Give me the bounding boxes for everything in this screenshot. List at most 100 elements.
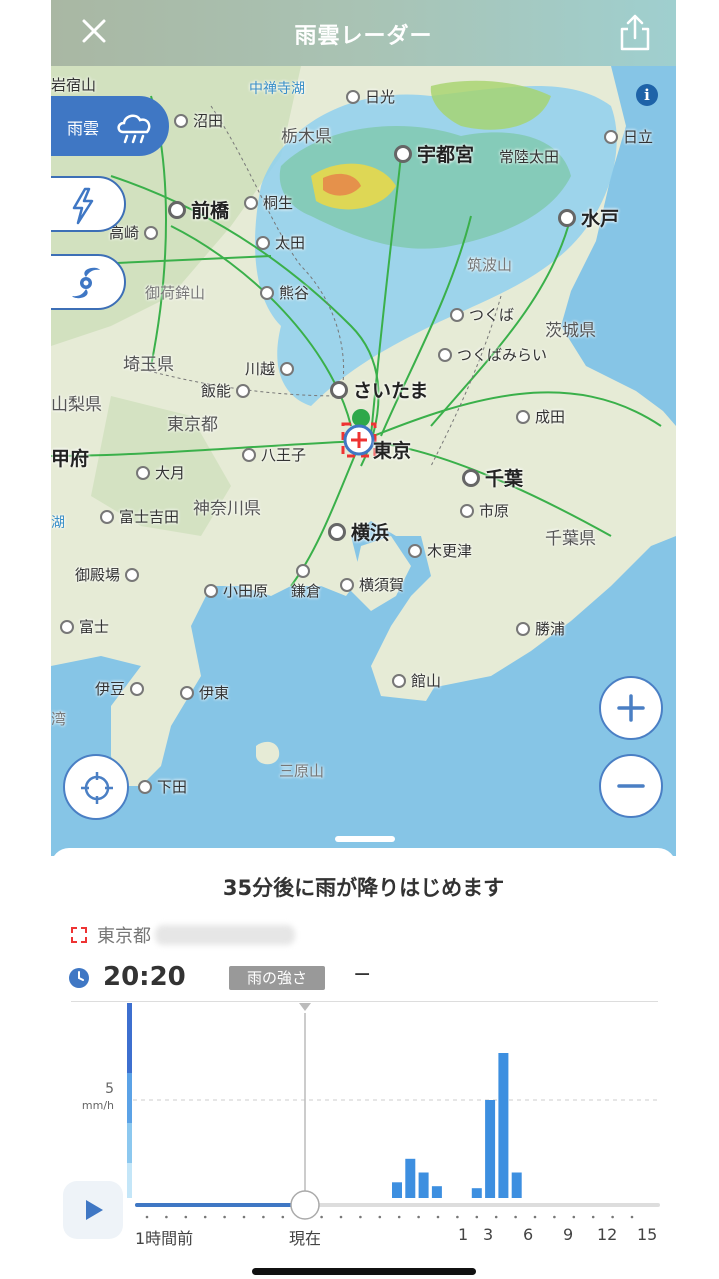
intensity-value: − bbox=[353, 962, 372, 987]
forecast-bar bbox=[511, 1172, 522, 1198]
timeline-tick bbox=[494, 1215, 498, 1219]
timeline-tick bbox=[630, 1215, 634, 1219]
current-location-button[interactable] bbox=[63, 754, 129, 820]
map-label: 高崎 bbox=[109, 222, 163, 243]
layer-button-typhoon[interactable] bbox=[51, 254, 126, 310]
timeline-tick bbox=[436, 1215, 440, 1219]
map-label: 千葉県 bbox=[545, 529, 596, 549]
clock-icon bbox=[69, 968, 89, 988]
past-intensity-strip bbox=[127, 1073, 132, 1123]
map-label: 伊豆 bbox=[95, 678, 149, 699]
map-label: 日光 bbox=[341, 86, 395, 107]
map-label: 宇都宮 bbox=[389, 140, 474, 167]
zoom-in-button[interactable] bbox=[599, 676, 663, 740]
map-label: 筑波山 bbox=[467, 256, 513, 274]
x-label: 9 bbox=[563, 1225, 574, 1244]
timeline-tick bbox=[359, 1215, 362, 1219]
timeline-tick bbox=[378, 1215, 382, 1219]
x-label: 現在 bbox=[289, 1229, 322, 1248]
current-time: 20:20 bbox=[103, 962, 186, 992]
map-label: 成田 bbox=[511, 406, 565, 427]
timeline-tick bbox=[514, 1215, 517, 1219]
map-label: 八王子 bbox=[237, 444, 306, 465]
location-row: 東京都 bbox=[71, 922, 295, 948]
x-label: 3 bbox=[483, 1225, 494, 1244]
map-label: 富士吉田 bbox=[95, 506, 179, 527]
timeline-ticks bbox=[145, 1215, 634, 1219]
x-label: 12 bbox=[597, 1225, 618, 1244]
timeline-tick bbox=[165, 1215, 168, 1219]
forecast-bar bbox=[418, 1172, 429, 1198]
map-label: 岩宿山 bbox=[51, 76, 97, 94]
map-label: 神奈川県 bbox=[193, 499, 261, 519]
map-base bbox=[51, 66, 676, 786]
map-label: さいたま bbox=[325, 376, 428, 403]
map-label: 三原山 bbox=[279, 762, 325, 780]
forecast-bar bbox=[485, 1100, 496, 1198]
map-label: 富士 bbox=[55, 616, 109, 637]
past-intensity-strip bbox=[127, 1123, 132, 1163]
map-label: 館山 bbox=[387, 670, 441, 691]
map-label: 湖 bbox=[51, 515, 65, 531]
plus-icon bbox=[617, 694, 645, 722]
forecast-bar bbox=[471, 1188, 482, 1198]
zoom-out-button[interactable] bbox=[599, 754, 663, 818]
layer-label: 雨雲 bbox=[67, 119, 100, 138]
timeline-tick bbox=[591, 1215, 595, 1219]
forecast-bar bbox=[431, 1186, 442, 1198]
location-marker-icon bbox=[71, 927, 87, 943]
timeline-tick bbox=[533, 1215, 537, 1219]
map-label: 下田 bbox=[133, 776, 187, 797]
timeline-tick bbox=[242, 1215, 246, 1219]
timeline-tick bbox=[203, 1215, 207, 1219]
x-label: 1時間前 bbox=[135, 1229, 194, 1248]
map-label: 小田原 bbox=[199, 580, 268, 601]
map-label: 桐生 bbox=[239, 192, 293, 213]
timeline-slider-handle[interactable] bbox=[290, 1190, 320, 1220]
timeline-tick bbox=[339, 1215, 343, 1219]
map-label: 中禅寺湖 bbox=[249, 81, 305, 97]
timeline-tick bbox=[262, 1215, 265, 1219]
timeline-tick bbox=[572, 1215, 576, 1219]
past-intensity-strip bbox=[127, 1003, 132, 1073]
forecast-bar bbox=[405, 1158, 416, 1198]
location-detail-blurred bbox=[155, 925, 295, 945]
info-icon[interactable]: i bbox=[636, 84, 658, 106]
x-label: 6 bbox=[523, 1225, 534, 1244]
map-label: 常陸太田 bbox=[499, 148, 560, 166]
timeline-tick bbox=[456, 1215, 459, 1219]
layer-button-rain[interactable]: 雨雲 bbox=[51, 96, 169, 156]
play-button[interactable] bbox=[63, 1181, 123, 1239]
x-label: 15 bbox=[637, 1225, 658, 1244]
map-label: 御荷鉾山 bbox=[145, 284, 206, 302]
timeline-tick bbox=[397, 1215, 401, 1219]
map-label: 湾 bbox=[51, 710, 67, 728]
forecast-bar bbox=[392, 1182, 402, 1198]
timeline-tick bbox=[417, 1215, 420, 1219]
radar-map[interactable]: 岩宿山 中禅寺湖 日光 沼田 栃木県 宇都宮 常陸太田 日立 前橋 桐生 高崎 … bbox=[51, 66, 676, 856]
play-icon bbox=[86, 1200, 103, 1220]
map-label: 山梨県 bbox=[51, 395, 102, 415]
map-label: 沼田 bbox=[169, 110, 223, 131]
share-icon[interactable] bbox=[618, 12, 652, 52]
layer-button-lightning[interactable] bbox=[51, 176, 126, 232]
location-name: 東京都 bbox=[97, 926, 151, 947]
page-title: 雨雲レーダー bbox=[294, 24, 433, 49]
sheet-handle[interactable] bbox=[335, 836, 395, 842]
app-frame: 雨雲レーダー 岩宿山 中禅寺湖 日光 沼田 栃木県 宇都宮 常陸太田 日立 前橋… bbox=[51, 0, 676, 1279]
timeline-tick bbox=[611, 1215, 614, 1219]
map-label bbox=[291, 562, 315, 580]
map-label: 栃木県 bbox=[281, 127, 332, 147]
timeline-tick bbox=[145, 1215, 149, 1219]
home-indicator bbox=[252, 1268, 476, 1275]
map-label: 千葉 bbox=[457, 464, 523, 491]
map-label: 木更津 bbox=[403, 540, 472, 561]
timeline-tick bbox=[184, 1215, 188, 1219]
map-label: 鎌倉 bbox=[291, 582, 322, 600]
map-label: 東京 bbox=[373, 440, 412, 462]
map-label: つくば bbox=[445, 304, 514, 325]
y-unit-label: mm/h bbox=[82, 1099, 114, 1112]
forecast-bar bbox=[498, 1053, 509, 1198]
typhoon-icon bbox=[72, 267, 100, 299]
map-label: 日立 bbox=[599, 126, 653, 147]
